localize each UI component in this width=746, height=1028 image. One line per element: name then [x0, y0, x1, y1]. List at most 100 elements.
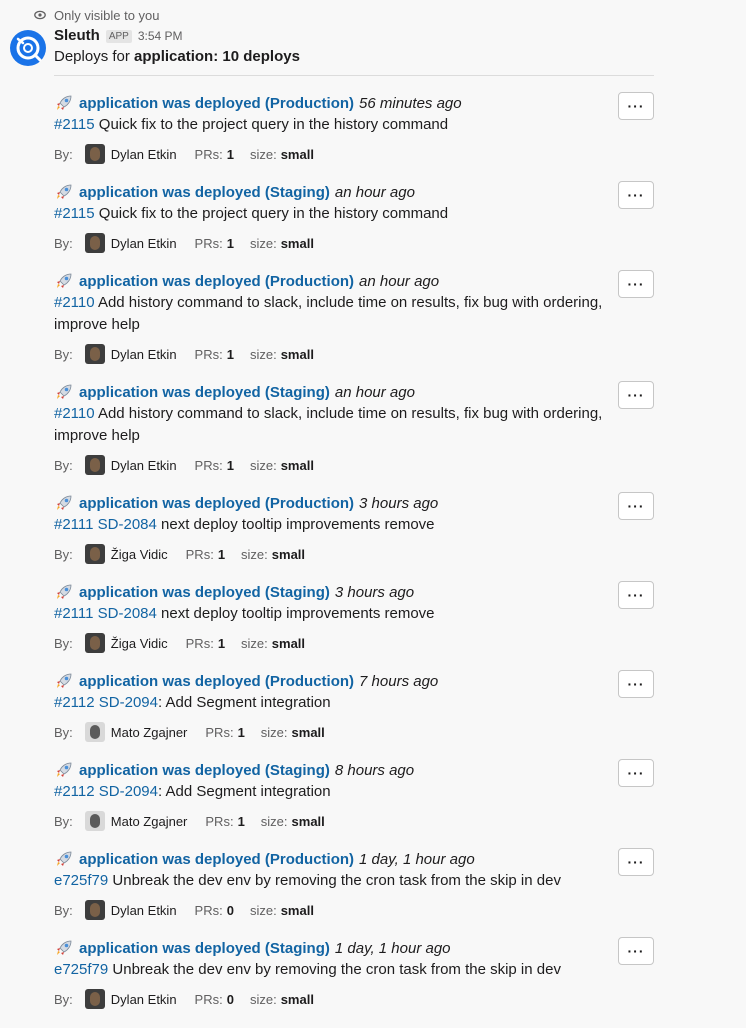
- prs-label: PRs:: [194, 235, 223, 251]
- deploy-link[interactable]: application was deployed (Staging): [79, 384, 330, 401]
- user-avatar[interactable]: [84, 989, 105, 1009]
- commit-link[interactable]: #2111: [54, 516, 94, 533]
- size-label: size:: [260, 813, 288, 829]
- commit-link[interactable]: #2112: [54, 694, 95, 711]
- prs-label: PRs:: [194, 146, 223, 162]
- user-avatar[interactable]: [84, 144, 105, 164]
- user-avatar[interactable]: [84, 455, 105, 475]
- message-time[interactable]: 3:54 PM: [138, 29, 183, 43]
- user-name[interactable]: Dylan Etkin: [111, 236, 177, 251]
- deploy-link[interactable]: application was deployed (Production): [79, 95, 354, 112]
- deploy-item: application was deployed (Staging) 1 day…: [54, 937, 654, 1009]
- avatar-figure: [89, 814, 100, 828]
- user-name[interactable]: Žiga Vidic: [111, 636, 168, 651]
- deploy-item: application was deployed (Staging) 3 hou…: [54, 581, 654, 653]
- summary-count: 10 deploys: [222, 48, 300, 65]
- deploy-time-ago: 3 hours ago: [334, 583, 415, 601]
- deploy-meta: By: Dylan Etkin PRs: 1 size: small: [54, 144, 654, 164]
- user-avatar[interactable]: [84, 233, 105, 253]
- deploy-link[interactable]: application was deployed (Production): [79, 273, 354, 290]
- deploy-meta: By: Dylan Etkin PRs: 0 size: small: [54, 900, 654, 920]
- deploy-time-ago: an hour ago: [359, 272, 440, 290]
- user-avatar[interactable]: [84, 900, 105, 920]
- more-actions-button[interactable]: ···: [618, 181, 654, 209]
- avatar-figure: [89, 236, 100, 250]
- rocket-icon: [57, 851, 72, 866]
- commit-link[interactable]: e725f79: [54, 961, 108, 978]
- deploy-meta: By: Dylan Etkin PRs: 1 size: small: [54, 344, 654, 364]
- user-avatar[interactable]: [84, 344, 105, 364]
- deploy-link[interactable]: application was deployed (Staging): [79, 584, 330, 601]
- user-name[interactable]: Mato Zgajner: [111, 725, 188, 740]
- rocket-icon: [57, 673, 72, 688]
- commit-link[interactable]: #2111: [54, 605, 94, 622]
- more-actions-button[interactable]: ···: [618, 937, 654, 965]
- user-avatar[interactable]: [84, 633, 105, 653]
- summary-prefix: Deploys for: [54, 48, 135, 65]
- deploy-description: e725f79 Unbreak the dev env by removing …: [54, 959, 614, 981]
- user-name[interactable]: Dylan Etkin: [111, 992, 177, 1007]
- prs-label: PRs:: [194, 902, 223, 918]
- ticket-link[interactable]: SD-2094: [95, 694, 158, 711]
- prs-label: PRs:: [185, 546, 214, 562]
- user-name[interactable]: Dylan Etkin: [111, 347, 177, 362]
- deploy-time-ago: 1 day, 1 hour ago: [334, 939, 451, 957]
- user-avatar[interactable]: [84, 722, 105, 742]
- commit-link[interactable]: #2115: [54, 116, 95, 133]
- sleuth-avatar[interactable]: [10, 30, 46, 66]
- deploy-item: application was deployed (Production) 7 …: [54, 670, 654, 742]
- more-actions-button[interactable]: ···: [618, 848, 654, 876]
- commit-link[interactable]: #2110: [54, 405, 95, 422]
- ticket-link[interactable]: SD-2084: [94, 516, 157, 533]
- deploy-link[interactable]: application was deployed (Production): [79, 851, 354, 868]
- deploy-description: #2110 Add history command to slack, incl…: [54, 292, 614, 336]
- commit-link[interactable]: #2110: [54, 294, 95, 311]
- prs-label: PRs:: [185, 635, 214, 651]
- more-actions-button[interactable]: ···: [618, 381, 654, 409]
- deploy-title-row: application was deployed (Production) 56…: [54, 92, 654, 114]
- user-name[interactable]: Žiga Vidic: [111, 547, 168, 562]
- more-actions-button[interactable]: ···: [618, 270, 654, 298]
- user-name[interactable]: Dylan Etkin: [111, 147, 177, 162]
- deploy-link[interactable]: application was deployed (Staging): [79, 762, 330, 779]
- rocket-icon: [57, 184, 72, 199]
- commit-message: Quick fix to the project query in the hi…: [94, 116, 449, 133]
- more-actions-button[interactable]: ···: [618, 759, 654, 787]
- deploy-link[interactable]: application was deployed (Production): [79, 673, 354, 690]
- deploy-summary: Deploys for application: 10 deploys: [54, 48, 300, 65]
- deploy-time-ago: 8 hours ago: [334, 761, 415, 779]
- user-name[interactable]: Mato Zgajner: [111, 814, 188, 829]
- user-avatar[interactable]: [84, 811, 105, 831]
- deploy-meta: By: Dylan Etkin PRs: 0 size: small: [54, 989, 654, 1009]
- size-value: small: [280, 146, 314, 162]
- deploy-description: e725f79 Unbreak the dev env by removing …: [54, 870, 614, 892]
- ticket-link[interactable]: SD-2094: [95, 783, 158, 800]
- deploy-meta: By: Žiga Vidic PRs: 1 size: small: [54, 544, 654, 564]
- deploy-title-row: application was deployed (Staging) 3 hou…: [54, 581, 654, 603]
- deploy-title-row: application was deployed (Production) 1 …: [54, 848, 654, 870]
- user-name[interactable]: Dylan Etkin: [111, 458, 177, 473]
- commit-message: Add history command to slack, include ti…: [54, 294, 603, 333]
- deploy-title-row: application was deployed (Production) 3 …: [54, 492, 654, 514]
- more-actions-button[interactable]: ···: [618, 92, 654, 120]
- commit-link[interactable]: e725f79: [54, 872, 108, 889]
- sender-name[interactable]: Sleuth: [54, 27, 100, 44]
- deploy-title-row: application was deployed (Staging) an ho…: [54, 181, 654, 203]
- deploy-item: application was deployed (Production) 56…: [54, 92, 654, 164]
- visibility-notice: Only visible to you: [34, 6, 160, 24]
- prs-label: PRs:: [205, 724, 234, 740]
- deploy-link[interactable]: application was deployed (Staging): [79, 940, 330, 957]
- by-label: By:: [54, 457, 73, 473]
- more-actions-button[interactable]: ···: [618, 492, 654, 520]
- deploy-description: #2110 Add history command to slack, incl…: [54, 403, 614, 447]
- commit-link[interactable]: #2115: [54, 205, 95, 222]
- deploy-link[interactable]: application was deployed (Staging): [79, 184, 330, 201]
- more-actions-button[interactable]: ···: [618, 581, 654, 609]
- commit-link[interactable]: #2112: [54, 783, 95, 800]
- size-label: size:: [249, 902, 277, 918]
- ticket-link[interactable]: SD-2084: [94, 605, 157, 622]
- more-actions-button[interactable]: ···: [618, 670, 654, 698]
- user-name[interactable]: Dylan Etkin: [111, 903, 177, 918]
- user-avatar[interactable]: [84, 544, 105, 564]
- deploy-link[interactable]: application was deployed (Production): [79, 495, 354, 512]
